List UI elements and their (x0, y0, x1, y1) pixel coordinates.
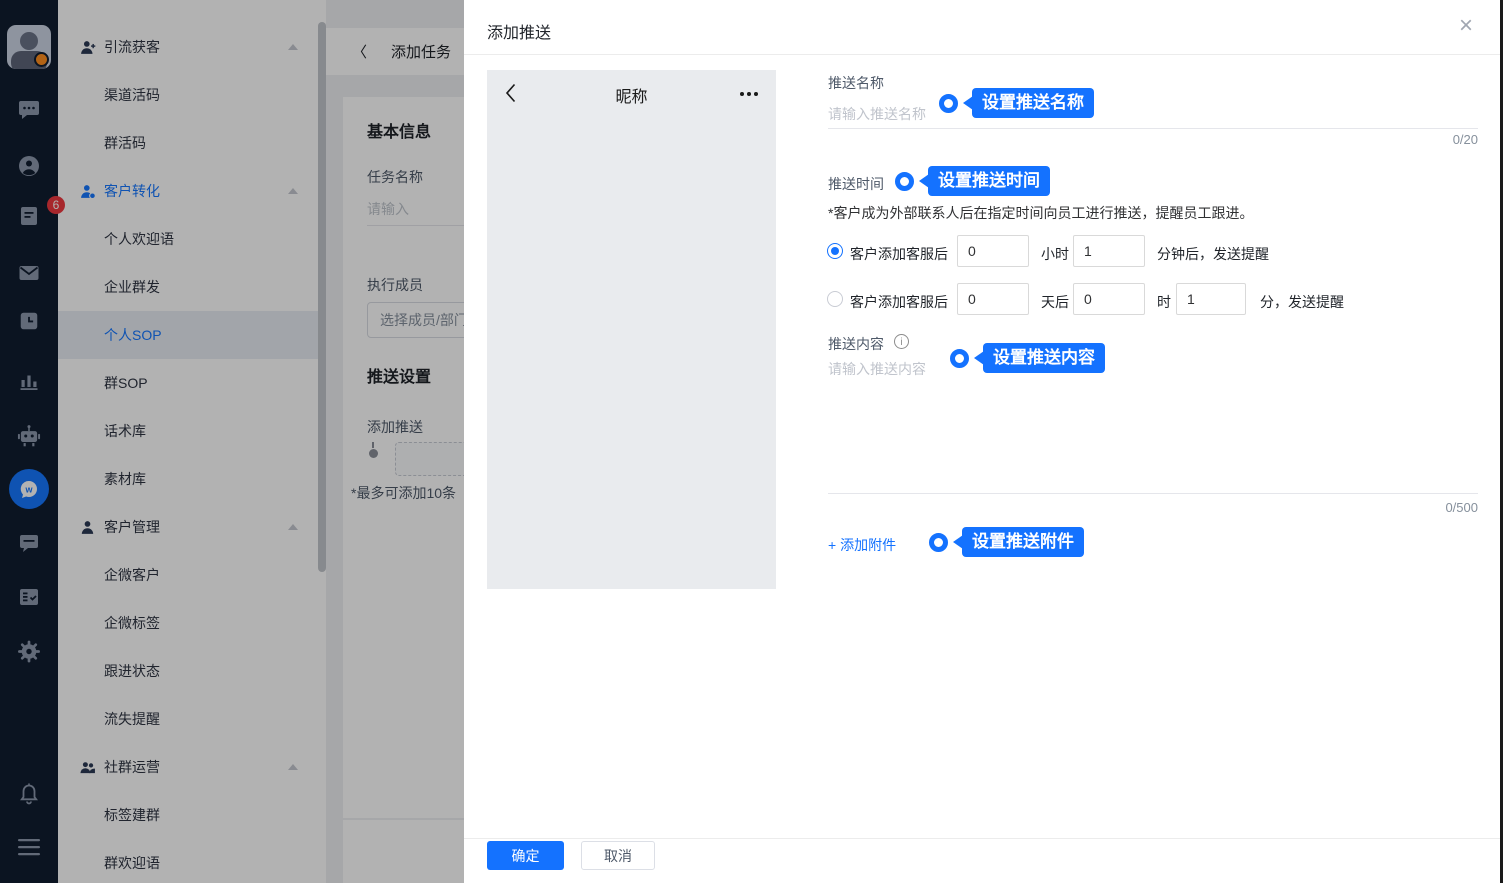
option1-hours-unit: 小时 (1041, 244, 1069, 264)
preview-nickname: 昵称 (487, 83, 776, 107)
callout-text: 设置推送名称 (972, 88, 1094, 118)
push-name-input[interactable]: 请输入推送名称 (828, 104, 926, 124)
option1-suffix: 分钟后，发送提醒 (1157, 244, 1269, 264)
option2-label: 客户添加客服后 (850, 292, 948, 312)
annotation-marker-time (895, 172, 914, 191)
option1-label: 客户添加客服后 (850, 244, 948, 264)
annotation-marker-content (950, 349, 969, 368)
info-icon[interactable]: i (894, 334, 909, 349)
add-push-modal: 添加推送 × 昵称 推送名称 请输入推送名称 0/20 设置推送名称 推送时间 … (464, 0, 1500, 883)
callout-text: 设置推送内容 (983, 343, 1105, 373)
preview-more-icon[interactable] (740, 92, 758, 96)
content-char-counter: 0/500 (1445, 500, 1478, 515)
annotation-marker-name (939, 94, 958, 113)
add-attachment-link[interactable]: + 添加附件 (828, 535, 896, 555)
annotation-callout-name: 设置推送名称 (963, 88, 1094, 118)
option2-suffix: 分，发送提醒 (1260, 292, 1344, 312)
callout-text: 设置推送附件 (962, 527, 1084, 557)
phone-preview: 昵称 (487, 70, 776, 589)
radio-option-days[interactable] (827, 291, 843, 307)
app-window: 6 w (0, 0, 1503, 883)
push-name-label: 推送名称 (828, 73, 884, 93)
annotation-marker-attachment (929, 533, 948, 552)
push-content-label: 推送内容 (828, 334, 884, 354)
confirm-button[interactable]: 确定 (487, 841, 564, 870)
option2-days-input[interactable] (957, 283, 1029, 315)
name-char-counter: 0/20 (1453, 132, 1478, 147)
annotation-callout-content: 设置推送内容 (974, 343, 1105, 373)
option2-hours-input[interactable] (1073, 283, 1145, 315)
radio-option-hours-selected[interactable] (827, 243, 843, 259)
modal-header: 添加推送 × (464, 0, 1500, 55)
option1-minutes-input[interactable] (1073, 235, 1145, 267)
push-content-underline (828, 493, 1478, 494)
cancel-button[interactable]: 取消 (581, 841, 655, 870)
option2-minutes-input[interactable] (1176, 283, 1246, 315)
option1-hours-input[interactable] (957, 235, 1029, 267)
modal-footer-divider (464, 838, 1500, 839)
modal-title: 添加推送 (487, 19, 551, 43)
annotation-callout-time: 设置推送时间 (919, 166, 1050, 196)
close-icon[interactable]: × (1452, 12, 1480, 40)
push-content-textarea[interactable]: 请输入推送内容 (828, 359, 926, 379)
push-time-note: *客户成为外部联系人后在指定时间向员工进行推送，提醒员工跟进。 (828, 203, 1253, 223)
push-time-label: 推送时间 (828, 174, 884, 194)
push-name-underline (828, 128, 1478, 129)
option2-days-unit: 天后 (1041, 292, 1069, 312)
option2-hours-unit: 时 (1157, 292, 1171, 312)
annotation-callout-attachment: 设置推送附件 (953, 527, 1084, 557)
callout-text: 设置推送时间 (928, 166, 1050, 196)
